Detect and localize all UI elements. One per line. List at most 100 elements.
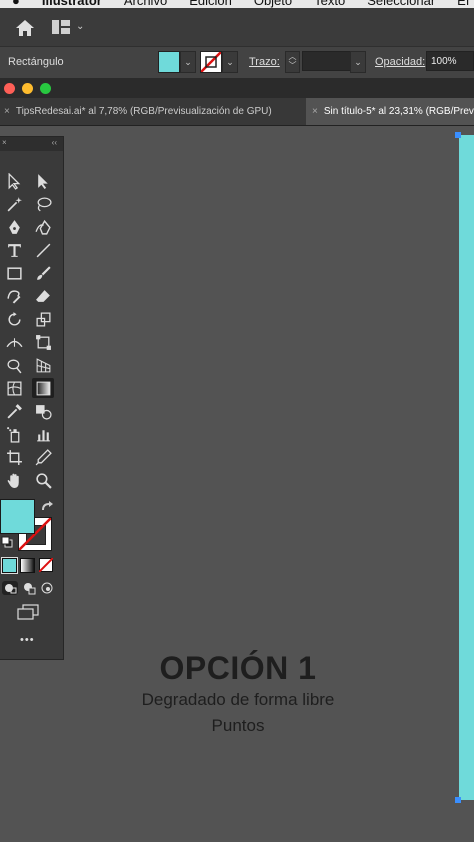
stroke-weight-input[interactable] — [302, 51, 352, 71]
paintbrush-tool[interactable] — [32, 263, 54, 283]
fill-swatch[interactable] — [158, 51, 180, 73]
shape-builder-icon — [6, 359, 21, 373]
workspace-switcher-icon[interactable] — [52, 20, 70, 34]
perspective-grid-icon — [36, 357, 50, 372]
direct-selection-tool[interactable] — [32, 171, 54, 191]
menu-seleccionar[interactable]: Seleccionar — [367, 0, 435, 8]
stroke-dropdown[interactable]: ⌄ — [222, 51, 238, 73]
column-graph-tool[interactable] — [32, 424, 54, 444]
scale-icon — [35, 311, 51, 327]
close-window-button[interactable] — [4, 83, 15, 94]
stroke-weight-stepper[interactable]: ︿ ﹀ — [285, 51, 300, 73]
screen-mode-icon[interactable] — [17, 604, 39, 620]
menu-texto[interactable]: Texto — [314, 0, 345, 8]
artboard-tool[interactable] — [3, 447, 25, 467]
hand-tool[interactable] — [3, 470, 25, 490]
draw-behind-icon[interactable] — [22, 581, 36, 595]
document-tab-bar: × TipsRedesai.ai* al 7,78% (RGB/Previsual… — [0, 98, 474, 126]
canvas-subtitle-2: Puntos — [211, 716, 265, 735]
tab-tipsredesai[interactable]: × TipsRedesai.ai* al 7,78% (RGB/Previsual… — [0, 98, 304, 125]
none-mode-button[interactable] — [39, 558, 53, 572]
gradient-icon — [36, 381, 50, 395]
menu-efecto[interactable]: Ef — [457, 0, 469, 8]
stroke-swatch[interactable] — [200, 51, 222, 73]
close-tab-icon[interactable]: × — [4, 106, 10, 117]
gradient-tool[interactable] — [32, 378, 54, 398]
line-segment-tool[interactable] — [32, 240, 54, 260]
direct-selection-arrow-icon — [37, 173, 48, 189]
draw-inside-icon[interactable] — [40, 581, 54, 595]
rectangle-tool[interactable] — [3, 263, 25, 283]
lasso-tool[interactable] — [32, 194, 54, 214]
opacity-label[interactable]: Opacidad: — [375, 56, 425, 68]
draw-normal-icon[interactable] — [2, 581, 18, 595]
curvature-pen-icon — [34, 219, 51, 235]
slice-tool[interactable] — [32, 447, 54, 467]
edit-toolbar-icon[interactable]: ••• — [20, 634, 35, 646]
scale-tool[interactable] — [32, 309, 54, 329]
pen-icon — [8, 219, 20, 234]
magic-wand-tool[interactable] — [3, 194, 25, 214]
type-tool[interactable] — [3, 240, 25, 260]
hand-icon — [7, 473, 19, 488]
column-graph-icon — [36, 429, 50, 441]
width-tool[interactable] — [3, 332, 25, 352]
fill-color-box[interactable] — [0, 499, 35, 534]
panel-close-icon[interactable]: × — [2, 138, 7, 147]
menu-objeto[interactable]: Objeto — [254, 0, 292, 8]
tools-panel-header[interactable]: × ‹‹ — [0, 137, 63, 151]
opacity-input[interactable]: 100% — [426, 51, 474, 71]
stroke-label[interactable]: Trazo: — [249, 56, 280, 68]
mesh-tool[interactable] — [3, 378, 25, 398]
canvas-heading: OPCIÓN 1 — [159, 650, 317, 686]
selection-handle[interactable] — [455, 132, 461, 138]
no-stroke-icon — [201, 52, 221, 72]
menu-app-name[interactable]: Illustrator — [42, 0, 102, 8]
home-icon[interactable] — [14, 18, 36, 38]
apple-menu-icon[interactable]: ● — [12, 0, 20, 8]
width-icon — [5, 337, 23, 347]
artboard-rectangle[interactable] — [459, 135, 474, 800]
shaper-icon — [6, 289, 20, 304]
blend-icon — [35, 404, 52, 420]
control-bar: Rectángulo ⌄ ⌄ Trazo: ︿ ﹀ ⌄ Opacidad: 100… — [0, 46, 474, 80]
stroke-weight-dropdown[interactable]: ⌄ — [350, 51, 366, 73]
color-mode-button[interactable] — [1, 557, 18, 574]
eyedropper-tool[interactable] — [3, 401, 25, 421]
menu-archivo[interactable]: Archivo — [124, 0, 167, 8]
tab-sin-titulo-5[interactable]: × Sin título-5* al 23,31% (RGB/Previsuali… — [306, 98, 474, 125]
paintbrush-icon — [36, 265, 51, 280]
default-fill-stroke-icon[interactable] — [1, 536, 13, 548]
gradient-mode-button[interactable] — [20, 558, 35, 573]
slice-knife-icon — [35, 448, 52, 465]
menu-bar: ● Illustrator Archivo Edición Objeto Tex… — [0, 0, 474, 8]
eyedropper-icon — [6, 403, 22, 419]
menu-edicion[interactable]: Edición — [189, 0, 232, 8]
chevron-down-icon[interactable]: ⌄ — [76, 21, 84, 32]
panel-collapse-icon[interactable]: ‹‹ — [52, 138, 57, 147]
close-tab-icon[interactable]: × — [312, 106, 318, 117]
pen-tool[interactable] — [3, 217, 25, 237]
perspective-grid-tool[interactable] — [32, 355, 54, 375]
blend-tool[interactable] — [32, 401, 54, 421]
curvature-tool[interactable] — [32, 217, 54, 237]
rectangle-icon — [6, 266, 22, 280]
shaper-tool[interactable] — [3, 286, 25, 306]
tab-label: TipsRedesai.ai* al 7,78% (RGB/Previsuali… — [15, 106, 272, 117]
canvas-subtitle: Degradado de forma libre — [141, 690, 335, 709]
magnifier-icon — [35, 472, 52, 489]
free-transform-tool[interactable] — [32, 332, 54, 352]
fill-dropdown[interactable]: ⌄ — [180, 51, 196, 73]
swap-fill-stroke-icon[interactable] — [40, 500, 54, 512]
zoom-tool[interactable] — [32, 470, 54, 490]
symbol-sprayer-tool[interactable] — [3, 424, 25, 444]
eraser-tool[interactable] — [32, 286, 54, 306]
minimize-window-button[interactable] — [22, 83, 33, 94]
rotate-tool[interactable] — [3, 309, 25, 329]
type-t-icon — [7, 243, 21, 257]
selection-handle[interactable] — [455, 797, 461, 803]
zoom-window-button[interactable] — [40, 83, 51, 94]
selection-tool[interactable] — [3, 171, 25, 191]
rotate-icon — [7, 311, 21, 326]
shape-builder-tool[interactable] — [3, 355, 25, 375]
